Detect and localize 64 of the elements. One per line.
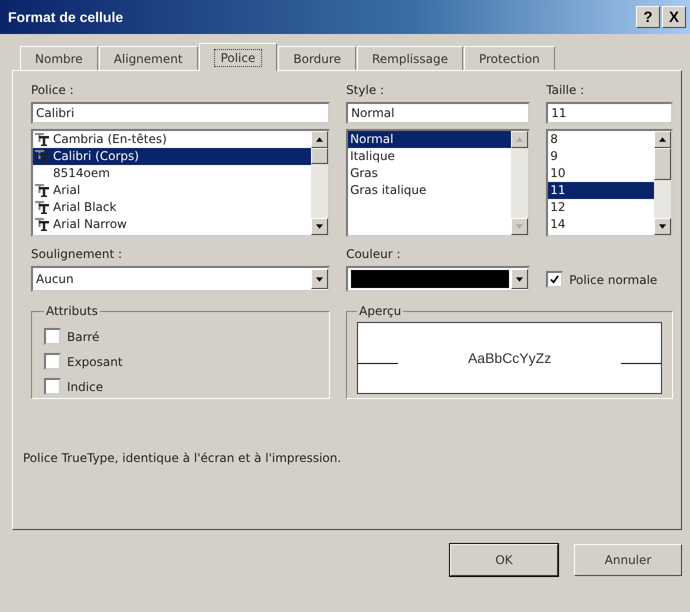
font-item[interactable]: 8514oem xyxy=(33,165,312,182)
size-item[interactable]: 8 xyxy=(548,131,654,148)
down-arrow-icon xyxy=(316,224,324,229)
truetype-icon xyxy=(35,150,49,163)
help-button[interactable]: ? xyxy=(636,6,660,28)
tab[interactable]: Nombre xyxy=(20,46,98,70)
underline-dropdown[interactable]: Aucun xyxy=(31,266,330,292)
scroll-thumb[interactable] xyxy=(654,148,671,180)
scrollbar[interactable] xyxy=(511,131,528,235)
style-field[interactable]: Normal xyxy=(346,102,530,124)
font-item[interactable]: Arial xyxy=(33,182,312,199)
tab[interactable]: Bordure xyxy=(278,46,356,70)
dialog-button[interactable]: OK xyxy=(450,544,558,576)
size-item[interactable]: 11 xyxy=(548,182,654,199)
dropdown-arrow-icon xyxy=(316,276,324,282)
style-label: Style : xyxy=(346,83,386,99)
normal-font-checkbox[interactable]: Police normale xyxy=(546,271,673,288)
size-label: Taille : xyxy=(546,83,586,99)
truetype-icon xyxy=(35,218,49,231)
preview-sample: AaBbCcYyZz xyxy=(466,350,552,366)
size-item[interactable]: 10 xyxy=(548,165,654,182)
tab[interactable]: Remplissage xyxy=(356,46,463,70)
font-label: Police : xyxy=(31,83,75,99)
up-arrow-icon xyxy=(316,137,324,142)
preview-title: Aperçu xyxy=(358,304,402,318)
attribute-checkbox[interactable]: Exposant xyxy=(44,353,318,370)
window-title: Format de cellule xyxy=(8,9,124,25)
truetype-icon xyxy=(35,133,49,146)
font-note: Police TrueType, identique à l'écran et à l'impression. xyxy=(23,451,342,465)
font-item[interactable]: Arial Black xyxy=(33,199,312,216)
size-item[interactable]: 14 xyxy=(548,216,654,233)
font-item[interactable]: Calibri (Corps) xyxy=(33,148,312,165)
font-item[interactable]: Arial Narrow xyxy=(33,216,312,233)
font-item[interactable]: Cambria (En-têtes) xyxy=(33,131,312,148)
tab[interactable]: Protection xyxy=(464,46,555,70)
style-item[interactable]: Normal xyxy=(348,131,512,148)
size-field[interactable]: 11 xyxy=(546,102,673,124)
truetype-icon xyxy=(35,184,49,197)
checkmark-icon xyxy=(550,275,560,284)
underline-label: Soulignement : xyxy=(31,247,124,263)
down-arrow-icon xyxy=(659,224,666,229)
attribute-checkbox[interactable]: Indice xyxy=(44,378,318,395)
up-arrow-icon xyxy=(516,137,524,142)
scroll-thumb[interactable] xyxy=(311,148,328,164)
style-item[interactable]: Gras xyxy=(348,165,512,182)
color-label: Couleur : xyxy=(346,247,402,263)
size-item[interactable]: 9 xyxy=(548,148,654,165)
close-button[interactable]: X xyxy=(662,6,686,28)
size-item[interactable]: 12 xyxy=(548,199,654,216)
dialog-button[interactable]: Annuler xyxy=(574,544,682,576)
truetype-icon xyxy=(35,201,49,214)
tab[interactable]: Police xyxy=(198,43,278,71)
dropdown-arrow-icon xyxy=(516,276,524,282)
style-item[interactable]: Gras italique xyxy=(348,182,512,199)
scrollbar[interactable] xyxy=(311,131,328,235)
style-item[interactable]: Italique xyxy=(348,148,512,165)
up-arrow-icon xyxy=(659,137,666,142)
down-arrow-icon xyxy=(516,224,524,229)
color-dropdown[interactable] xyxy=(346,266,530,292)
tab[interactable]: Alignement xyxy=(98,46,198,70)
font-field[interactable]: Calibri xyxy=(31,102,330,124)
attribute-checkbox[interactable]: Barré xyxy=(44,328,318,345)
attributes-title: Attributs xyxy=(45,304,99,318)
scrollbar[interactable] xyxy=(654,131,671,235)
